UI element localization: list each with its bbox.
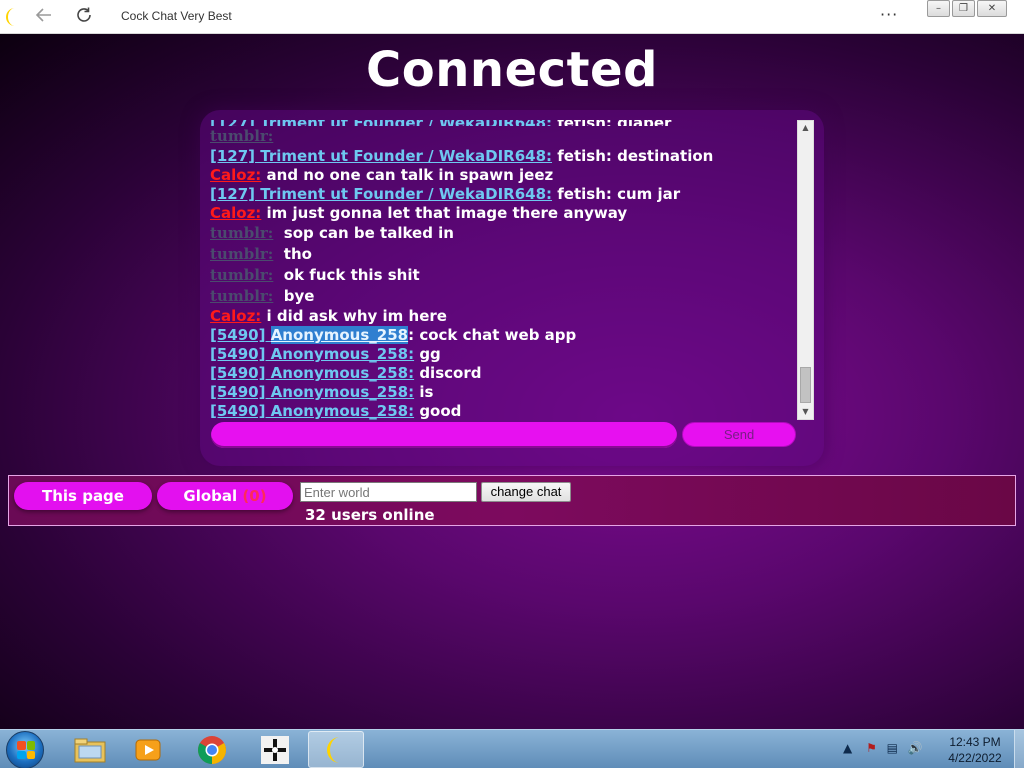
scrollbar[interactable]: ▲ ▼ (797, 120, 814, 420)
taskbar-chat-app[interactable] (308, 731, 364, 768)
chat-controls-bar: This page Global (0) change chat 32 user… (8, 475, 1016, 526)
maximize-button[interactable]: ❐ (952, 0, 975, 17)
window-controls: – ❐ ✕ (927, 0, 1009, 17)
file-explorer-icon (74, 738, 106, 762)
message-text: : cock chat web app (408, 326, 577, 344)
chat-message: [127] Triment ut Founder / WekaDIR648: f… (210, 147, 798, 166)
chat-message: Caloz: im just gonna let that image ther… (210, 204, 798, 223)
chat-message: [5490] Anonymous_258: cock chat web app (210, 326, 798, 345)
back-button[interactable] (33, 6, 55, 28)
action-center-flag-icon[interactable]: ⚑ (866, 741, 877, 755)
message-username[interactable]: [127] Triment ut Founder / WekaDIR648: (210, 147, 552, 165)
chat-message: [5490] Anonymous_258: gg (210, 345, 798, 364)
this-page-button[interactable]: This page (14, 482, 152, 510)
media-player-icon (135, 739, 161, 760)
message-username[interactable]: tumblr: (210, 245, 273, 263)
network-icon[interactable]: ▤ (887, 741, 898, 755)
chrome-icon (198, 735, 226, 764)
message-username[interactable]: Caloz: (210, 166, 261, 184)
message-username-prefix[interactable]: [5490] (210, 326, 271, 344)
chat-message: tumblr: ok fuck this shit (210, 265, 798, 286)
reload-icon (77, 7, 91, 22)
message-text: fetish: cum jar (552, 185, 681, 203)
message-list[interactable]: [127] Triment ut Founder / WekaDIR648: f… (210, 120, 798, 420)
change-chat-button[interactable]: change chat (481, 482, 571, 502)
chat-box: [127] Triment ut Founder / WekaDIR648: f… (200, 110, 824, 466)
taskbar: ▲ ⚑ ▤ 🔊 12:43 PM 4/22/2022 (0, 729, 1024, 768)
message-username[interactable]: Caloz: (210, 307, 261, 325)
crescent-moon-icon (327, 736, 340, 763)
chat-message: tumblr: tho (210, 244, 798, 265)
chat-message: tumblr: sop can be talked in (210, 223, 798, 244)
message-text: bye (273, 287, 315, 305)
volume-icon[interactable]: 🔊 (908, 741, 923, 755)
message-text: good (414, 402, 462, 420)
message-input[interactable] (211, 422, 677, 448)
scroll-up-arrow-icon[interactable]: ▲ (798, 121, 813, 135)
window-title: Cock Chat Very Best (121, 9, 232, 23)
message-text: ok fuck this shit (273, 266, 420, 284)
global-button[interactable]: Global (0) (157, 482, 293, 510)
chat-message: Caloz: i did ask why im here (210, 307, 798, 326)
close-button[interactable]: ✕ (977, 0, 1007, 17)
windows-logo-icon (17, 741, 35, 759)
message-username[interactable]: [127] Triment ut Founder / WekaDIR648: (210, 185, 552, 203)
game-app-icon (261, 735, 289, 764)
chat-page: Connected [127] Triment ut Founder / Wek… (0, 34, 1024, 729)
message-username[interactable]: Anonymous_258 (270, 326, 409, 344)
show-hidden-icons-icon[interactable]: ▲ (843, 741, 852, 755)
chat-message: Caloz: and no one can talk in spawn jeez (210, 166, 798, 185)
message-text: fetish: destination (552, 147, 714, 165)
message-username[interactable]: [5490] Anonymous_258: (210, 364, 414, 382)
scrollbar-thumb[interactable] (800, 367, 811, 403)
send-button[interactable]: Send (682, 422, 796, 447)
minimize-button[interactable]: – (927, 0, 950, 17)
message-username[interactable]: [5490] Anonymous_258: (210, 345, 414, 363)
message-text: fetish: diaper (552, 120, 671, 126)
crescent-moon-icon (6, 8, 15, 26)
chat-message: tumblr: (210, 126, 798, 147)
message-username[interactable]: [5490] Anonymous_258: (210, 383, 414, 401)
global-count: (0) (242, 487, 267, 505)
users-online-count: 32 users online (305, 506, 435, 524)
show-desktop-button[interactable] (1014, 730, 1024, 768)
message-text: tho (273, 245, 312, 263)
chat-message: [5490] Anonymous_258: discord (210, 364, 798, 383)
chat-message: tumblr: bye (210, 286, 798, 307)
clock-date: 4/22/2022 (948, 751, 1002, 765)
message-text: im just gonna let that image there anywa… (261, 204, 628, 222)
page-title: Connected (366, 42, 658, 98)
message-text: discord (414, 364, 482, 382)
system-tray[interactable]: ▲ ⚑ ▤ 🔊 (843, 741, 923, 755)
message-text: i did ask why im here (261, 307, 447, 325)
message-text: is (414, 383, 434, 401)
message-text: gg (414, 345, 441, 363)
message-username[interactable]: tumblr: (210, 224, 273, 242)
arrow-left-icon (35, 8, 51, 22)
reload-button[interactable] (73, 6, 95, 28)
global-label: Global (183, 487, 238, 505)
message-username[interactable]: tumblr: (210, 266, 273, 284)
this-page-label: This page (42, 487, 124, 505)
message-username[interactable]: tumblr: (210, 127, 273, 145)
clock[interactable]: 12:43 PM 4/22/2022 (940, 734, 1010, 766)
more-dots-icon[interactable]: ··· (880, 5, 898, 24)
taskbar-media-player[interactable] (120, 731, 176, 768)
world-input[interactable] (300, 482, 477, 502)
chat-message: [127] Triment ut Founder / WekaDIR648: f… (210, 185, 798, 204)
start-button[interactable] (6, 731, 44, 768)
scroll-down-arrow-icon[interactable]: ▼ (798, 405, 813, 419)
message-username[interactable]: [5490] Anonymous_258: (210, 402, 414, 420)
taskbar-game-app[interactable] (247, 731, 303, 768)
message-username[interactable]: tumblr: (210, 287, 273, 305)
chat-message: [5490] Anonymous_258: is (210, 383, 798, 402)
message-text: sop can be talked in (273, 224, 454, 242)
taskbar-file-explorer[interactable] (62, 731, 118, 768)
message-username[interactable]: Caloz: (210, 204, 261, 222)
clock-time: 12:43 PM (949, 735, 1001, 749)
chat-message: [5490] Anonymous_258: good (210, 402, 798, 420)
title-bar: Cock Chat Very Best ··· – ❐ ✕ (0, 0, 1024, 34)
taskbar-chrome[interactable] (184, 731, 240, 768)
message-text: and no one can talk in spawn jeez (261, 166, 554, 184)
